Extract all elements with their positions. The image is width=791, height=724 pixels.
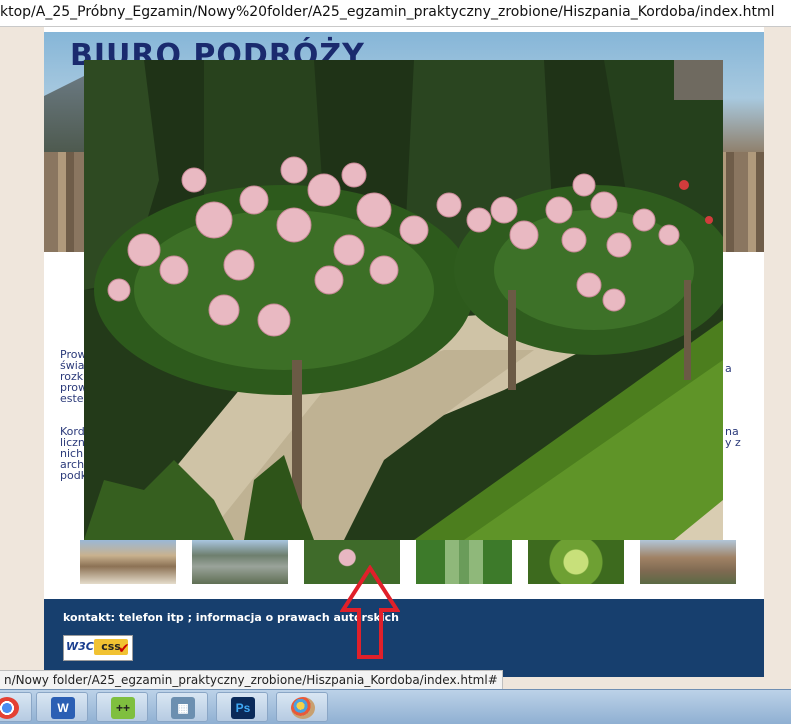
taskbar: W ++ ▦ Ps [0,689,791,724]
chrome-taskbar-button[interactable] [0,692,32,722]
red-arrow-annotation [340,565,400,659]
word-taskbar-button[interactable]: W [36,692,88,722]
notepad-plus-plus-icon: ++ [111,697,135,719]
thumbnail-1[interactable] [80,540,176,584]
photoshop-icon: Ps [231,697,255,719]
notepad-plus-plus-taskbar-button[interactable]: ++ [96,692,148,722]
chrome-icon [0,697,19,719]
footer: kontakt: telefon itp ; informacja o praw… [44,599,764,677]
text-line: y z [725,436,741,448]
thumbnail-5[interactable] [528,540,624,584]
thumbnail-2[interactable] [192,540,288,584]
paint-taskbar-button[interactable] [276,692,328,722]
calculator-icon: ▦ [171,697,195,719]
thumbnail-6[interactable] [640,540,736,584]
right-paragraph-1: a [725,363,755,374]
thumbnail-4[interactable] [416,540,512,584]
thumbnail-gallery [80,540,740,584]
checkmark-icon: ✔ [118,641,130,657]
status-bar-url: n/Nowy folder/A25_egzamin_praktyczny_zro… [0,670,503,690]
roses-photo [84,60,723,540]
paint-palette-icon [291,697,315,719]
address-bar[interactable]: ktop/A_25_Próbny_Egzamin/Nowy%20folder/A… [0,0,791,27]
lightbox-image-roses[interactable] [84,60,723,540]
right-paragraph-2: na y z [725,426,755,448]
address-url[interactable]: ktop/A_25_Próbny_Egzamin/Nowy%20folder/A… [0,4,775,20]
calculator-taskbar-button[interactable]: ▦ [156,692,208,722]
text-line: a [725,363,732,374]
w3c-logo-text: W3C [66,640,94,653]
photoshop-taskbar-button[interactable]: Ps [216,692,268,722]
word-icon: W [51,697,75,719]
w3c-css-badge[interactable]: W3C css ✔ [63,635,133,661]
